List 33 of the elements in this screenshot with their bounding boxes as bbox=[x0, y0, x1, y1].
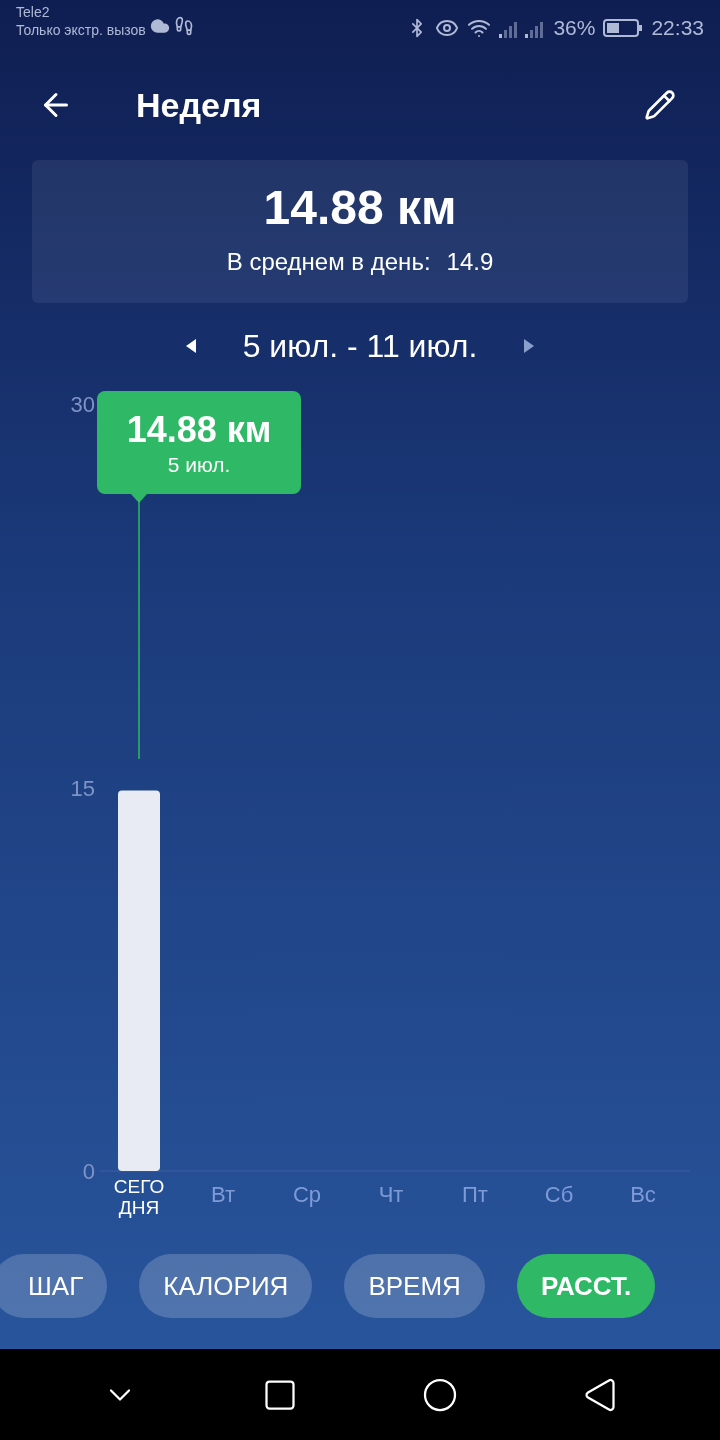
page-title: Неделя bbox=[136, 84, 263, 126]
day-label: Вс bbox=[629, 1181, 657, 1208]
battery-icon bbox=[603, 17, 644, 38]
tooltip-value: 14.88 км bbox=[126, 407, 272, 452]
battery-percent: 36% bbox=[553, 15, 596, 41]
day-label: СЕГОДНЯ bbox=[112, 1177, 166, 1219]
footprints-icon bbox=[173, 16, 194, 36]
metric-tab[interactable]: КАЛОРИЯ bbox=[139, 1254, 313, 1318]
week-range: 5 июл. - 11 июл. bbox=[242, 327, 478, 366]
circle-icon[interactable] bbox=[422, 1376, 458, 1413]
average-label: В среднем в день: bbox=[226, 246, 431, 277]
y-tick-label: 15 bbox=[70, 775, 95, 801]
day-label: Чт bbox=[377, 1181, 405, 1208]
metric-tab[interactable]: ШАГ bbox=[0, 1254, 108, 1318]
day-label: Пт bbox=[461, 1181, 489, 1208]
network-status: Только экстр. вызов bbox=[16, 21, 146, 39]
pencil-icon bbox=[644, 89, 676, 121]
day-label: Ср bbox=[291, 1181, 323, 1208]
metric-tab[interactable]: РАССТ. bbox=[516, 1254, 656, 1318]
total-distance: 14.88 км bbox=[263, 183, 457, 232]
carrier-name: Tele2 bbox=[16, 4, 51, 22]
tooltip-date: 5 июл. bbox=[167, 451, 231, 478]
cloud-icon bbox=[149, 16, 170, 36]
average-value: 14.9 bbox=[446, 246, 494, 277]
day-label: Вт bbox=[210, 1181, 236, 1208]
y-tick-label: 0 bbox=[82, 1159, 95, 1179]
clock: 22:33 bbox=[651, 15, 704, 41]
left-triangle-icon bbox=[185, 339, 196, 353]
y-tick-label: 30 bbox=[70, 392, 95, 417]
day-label: Сб bbox=[543, 1181, 575, 1208]
metric-tab[interactable]: ВРЕМЯ bbox=[344, 1254, 485, 1318]
back-triangle-icon[interactable] bbox=[582, 1376, 618, 1413]
right-triangle-icon bbox=[524, 339, 535, 353]
